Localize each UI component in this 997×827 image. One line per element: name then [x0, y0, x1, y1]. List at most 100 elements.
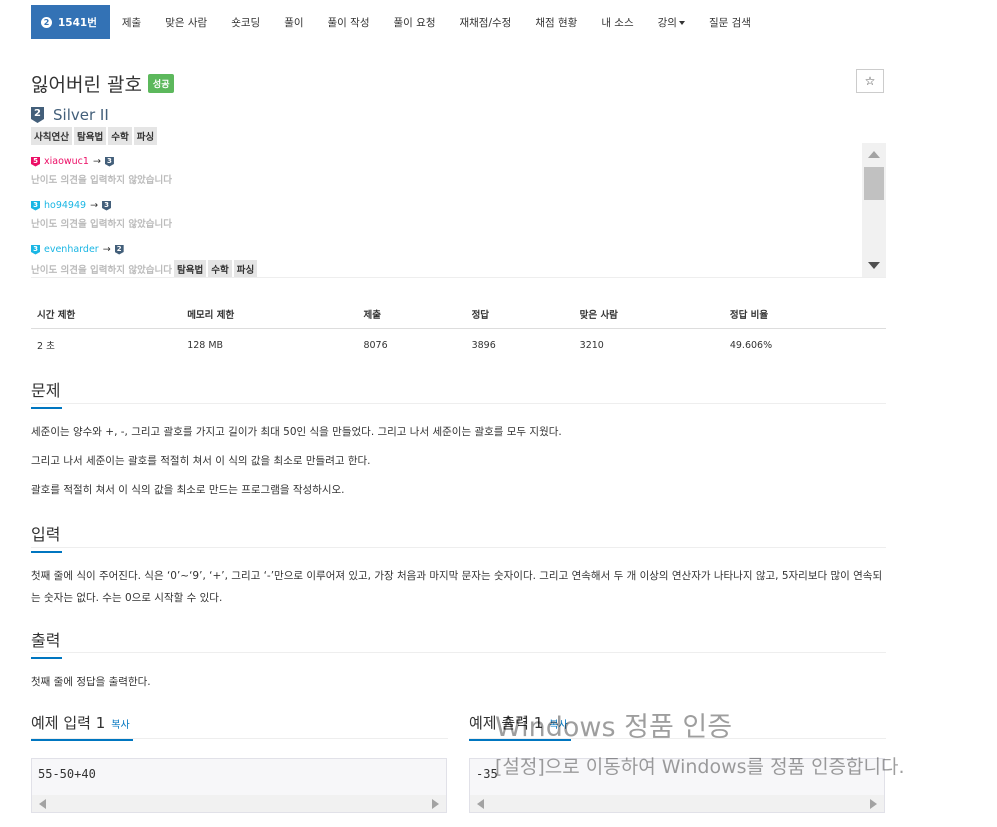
opinion-text: 난이도 의견을 입력하지 않았습니다	[31, 265, 173, 276]
caret-down-icon	[678, 20, 685, 25]
heading-underline	[31, 407, 62, 409]
scroll-down-arrow-icon[interactable]	[868, 262, 880, 269]
scroll-thumb[interactable]	[864, 167, 884, 200]
input-heading-text: 입력	[31, 525, 61, 544]
problem-title-row: 잃어버린 괄호 성공	[31, 70, 175, 97]
scroll-right-arrow-icon[interactable]	[432, 799, 439, 809]
opinion-user-link[interactable]: ho94949	[44, 200, 86, 211]
sample-input-box[interactable]: 55-50+40	[31, 758, 447, 813]
heading-underline	[469, 739, 571, 741]
sample-input-title: 예제 입력 1	[31, 714, 106, 732]
copy-sample-input-button[interactable]: 복사	[111, 720, 129, 731]
nav-submit[interactable]: 제출	[110, 15, 153, 30]
memory-limit-header: 메모리 제한	[181, 300, 358, 329]
divider	[31, 738, 448, 739]
solvers-header: 맞은 사람	[573, 300, 724, 329]
nav-request-solution[interactable]: 풀이 요청	[382, 15, 448, 30]
user-tier-icon: 5	[31, 156, 40, 167]
heading-underline	[31, 657, 62, 659]
opinion-tier-icon: 3	[102, 200, 112, 211]
time-limit-value: 2 초	[37, 341, 55, 352]
divider	[31, 403, 886, 404]
problem-line: 괄호를 적절히 쳐서 이 식의 값을 최소로 만드는 프로그램을 작성하시오.	[31, 484, 345, 496]
time-limit-header: 시간 제한	[31, 300, 182, 329]
opinion-item: 3 ho94949 → 3 난이도 의견을 입력하지 않았습니다	[31, 200, 172, 230]
sample-output-code: -35	[476, 767, 498, 781]
sample-input-scrollbar[interactable]	[32, 795, 446, 812]
problem-title: 잃어버린 괄호	[31, 74, 142, 96]
sample-output-heading: 예제 출력 1 복사	[469, 712, 571, 741]
sample-output-scrollbar[interactable]	[470, 795, 884, 812]
memory-limit-value: 128 MB	[187, 339, 224, 351]
opinion-text: 난이도 의견을 입력하지 않았습니다	[31, 219, 173, 230]
nav-status[interactable]: 채점 현황	[523, 15, 589, 30]
ratio-header: 정답 비율	[723, 300, 886, 329]
heading-underline	[31, 739, 133, 741]
opinion-item: 3 evenharder → 2 난이도 의견을 입력하지 않았습니다 탐욕법 …	[31, 244, 258, 277]
table-row: 2 초 128 MB 8076 3896 3210 49.606%	[31, 329, 886, 362]
nav-short-coding[interactable]: 숏코딩	[219, 15, 272, 30]
scroll-left-arrow-icon[interactable]	[39, 799, 46, 809]
copy-sample-output-button[interactable]: 복사	[549, 720, 567, 731]
star-button[interactable]: ☆	[856, 69, 884, 93]
table-header-row: 시간 제한 메모리 제한 제출 정답 맞은 사람 정답 비율	[31, 300, 886, 329]
sample-output-box[interactable]: -35	[469, 758, 885, 813]
arrow-right-icon: →	[90, 200, 99, 211]
sample-input-code: 55-50+40	[38, 767, 96, 781]
nav-problem-label: 1541번	[58, 16, 97, 29]
input-description: 첫째 줄에 식이 주어진다. 식은 ‘0’~‘9’, ‘+’, 그리고 ‘-’만…	[31, 570, 883, 604]
user-tier-icon: 3	[31, 244, 40, 255]
problem-heading-text: 문제	[31, 381, 61, 400]
problem-description: 세준이는 양수와 +, -, 그리고 괄호를 가지고 길이가 최대 50인 식을…	[31, 421, 891, 501]
nav-problem-tab[interactable]: 2 1541번	[31, 5, 110, 39]
nav-solutions[interactable]: 풀이	[272, 15, 315, 30]
sample-input-heading: 예제 입력 1 복사	[31, 712, 133, 741]
nav-lectures-label: 강의	[657, 16, 677, 29]
tag-greedy[interactable]: 탐욕법	[174, 260, 207, 277]
solvers-value: 3210	[579, 339, 604, 351]
problem-nav: 2 1541번 제출 맞은 사람 숏코딩 풀이 풀이 작성 풀이 요청 재채점/…	[31, 5, 763, 39]
output-heading-text: 출력	[31, 631, 61, 650]
ratio-value: 49.606%	[729, 339, 773, 351]
nav-question-search[interactable]: 질문 검색	[697, 15, 763, 30]
problem-line: 세준이는 양수와 +, -, 그리고 괄호를 가지고 길이가 최대 50인 식을…	[31, 426, 562, 438]
opinion-user-link[interactable]: xiaowuc1	[44, 156, 89, 167]
tag-parsing[interactable]: 파싱	[233, 260, 258, 277]
divider	[31, 652, 886, 653]
difficulty-opinions-list: 5 xiaowuc1 → 3 난이도 의견을 입력하지 않았습니다 3 ho94…	[31, 143, 886, 278]
tier-label[interactable]: Silver II	[53, 106, 109, 124]
accepted-header: 정답	[465, 300, 574, 329]
divider	[31, 547, 886, 548]
silver-tier-icon: 2	[31, 107, 44, 123]
star-icon: ☆	[864, 74, 876, 88]
problem-tier-circle-icon: 2	[41, 16, 52, 28]
opinions-scrollbar[interactable]	[862, 143, 886, 277]
submissions-value: 8076	[363, 339, 388, 351]
arrow-right-icon: →	[92, 156, 101, 167]
tag-math[interactable]: 수학	[208, 260, 232, 277]
scroll-up-arrow-icon[interactable]	[868, 151, 880, 158]
scroll-left-arrow-icon[interactable]	[477, 799, 484, 809]
nav-rejudge[interactable]: 재채점/수정	[447, 15, 523, 30]
opinion-user-link[interactable]: evenharder	[44, 244, 99, 255]
input-section-heading: 입력	[31, 521, 62, 553]
output-section-heading: 출력	[31, 627, 62, 659]
problem-line: 그리고 나서 세준이는 괄호를 적절히 쳐서 이 식의 값을 최소로 만들려고 …	[31, 455, 371, 467]
divider	[469, 738, 886, 739]
nav-accepted-users[interactable]: 맞은 사람	[153, 15, 219, 30]
output-description: 첫째 줄에 정답을 출력한다.	[31, 676, 151, 688]
nav-my-source[interactable]: 내 소스	[589, 15, 645, 30]
opinion-item: 5 xiaowuc1 → 3 난이도 의견을 입력하지 않았습니다	[31, 156, 172, 186]
status-badge: 성공	[147, 74, 175, 93]
opinion-tier-icon: 2	[114, 244, 124, 255]
scroll-right-arrow-icon[interactable]	[870, 799, 877, 809]
opinion-tier-icon: 3	[104, 156, 114, 167]
heading-underline	[31, 551, 62, 553]
arrow-right-icon: →	[102, 244, 111, 255]
sample-output-title: 예제 출력 1	[469, 714, 544, 732]
tier-row: 2 Silver II	[31, 106, 109, 124]
nav-write-solution[interactable]: 풀이 작성	[316, 15, 382, 30]
nav-lectures[interactable]: 강의	[646, 15, 697, 30]
problem-info-table: 시간 제한 메모리 제한 제출 정답 맞은 사람 정답 비율 2 초 128 M…	[31, 300, 886, 361]
submissions-header: 제출	[357, 300, 466, 329]
